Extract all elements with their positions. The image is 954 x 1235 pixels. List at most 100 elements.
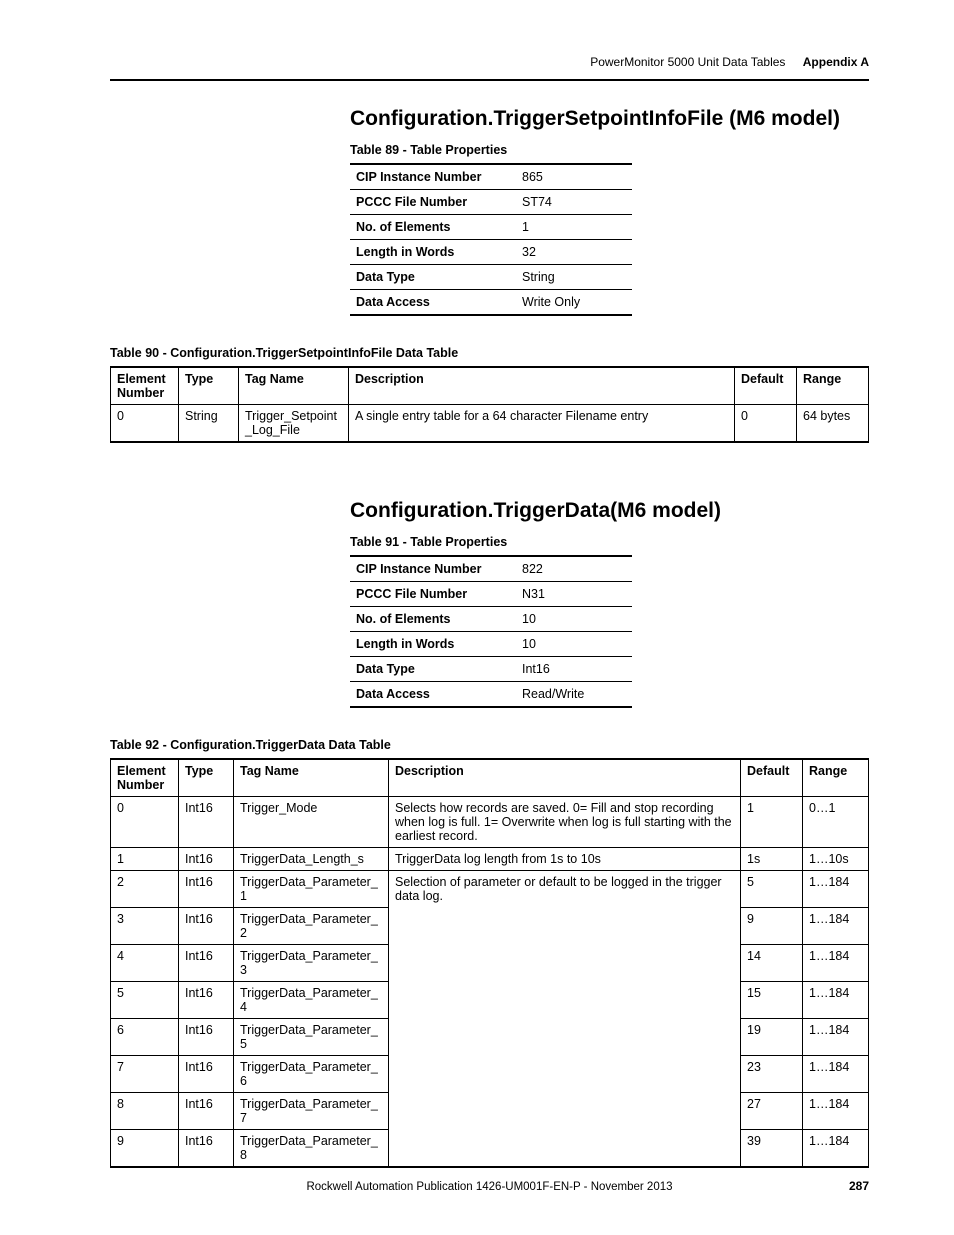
prop-key: Length in Words [350, 632, 516, 657]
cell: TriggerData log length from 1s to 10s [389, 848, 741, 871]
cell: 8 [111, 1093, 179, 1130]
cell: Int16 [179, 848, 234, 871]
cell: TriggerData_Parameter_8 [234, 1130, 389, 1168]
cell: Int16 [179, 797, 234, 848]
col-default: Default [735, 367, 797, 405]
prop-val: 10 [516, 632, 632, 657]
cell: 1…184 [803, 945, 869, 982]
table-row: 7 Int16 TriggerData_Parameter_6 23 1…184 [111, 1056, 869, 1093]
cell: Int16 [179, 1019, 234, 1056]
col-element: Element Number [111, 367, 179, 405]
table-row: 6 Int16 TriggerData_Parameter_5 19 1…184 [111, 1019, 869, 1056]
section1-title: Configuration.TriggerSetpointInfoFile (M… [350, 107, 869, 131]
prop-key: Data Type [350, 657, 516, 682]
section2-title: Configuration.TriggerData(M6 model) [350, 499, 869, 523]
cell: 0 [111, 405, 179, 443]
page-container: PowerMonitor 5000 Unit Data Tables Appen… [0, 0, 954, 1235]
prop-val: Write Only [516, 290, 632, 316]
cell [389, 1019, 741, 1056]
table92-data: Element Number Type Tag Name Description… [110, 758, 869, 1168]
cell: Int16 [179, 1130, 234, 1168]
cell: 64 bytes [797, 405, 869, 443]
table91-props: CIP Instance Number822 PCCC File NumberN… [350, 555, 632, 708]
cell [389, 1130, 741, 1168]
cell: 19 [741, 1019, 803, 1056]
prop-key: CIP Instance Number [350, 556, 516, 582]
col-default: Default [741, 759, 803, 797]
col-tagname: Tag Name [239, 367, 349, 405]
cell: TriggerData_Parameter_7 [234, 1093, 389, 1130]
cell: 0 [111, 797, 179, 848]
prop-key: Data Access [350, 290, 516, 316]
table-row: 8 Int16 TriggerData_Parameter_7 27 1…184 [111, 1093, 869, 1130]
cell [389, 945, 741, 982]
prop-key: Length in Words [350, 240, 516, 265]
cell: A single entry table for a 64 character … [349, 405, 735, 443]
running-header: PowerMonitor 5000 Unit Data Tables Appen… [110, 55, 869, 69]
cell: Int16 [179, 1056, 234, 1093]
prop-val: 865 [516, 164, 632, 190]
table-row: PCCC File NumberN31 [350, 582, 632, 607]
cell: 1…10s [803, 848, 869, 871]
cell: 1…184 [803, 1056, 869, 1093]
cell: TriggerData_Length_s [234, 848, 389, 871]
prop-key: Data Access [350, 682, 516, 708]
table-row: 5 Int16 TriggerData_Parameter_4 15 1…184 [111, 982, 869, 1019]
col-element: Element Number [111, 759, 179, 797]
cell: String [179, 405, 239, 443]
prop-val: 32 [516, 240, 632, 265]
table90-caption: Table 90 - Configuration.TriggerSetpoint… [110, 346, 869, 360]
cell: 1…184 [803, 982, 869, 1019]
cell: 1…184 [803, 908, 869, 945]
col-range: Range [803, 759, 869, 797]
col-range: Range [797, 367, 869, 405]
cell [389, 908, 741, 945]
cell: Int16 [179, 871, 234, 908]
cell: Int16 [179, 908, 234, 945]
cell: Selects how records are saved. 0= Fill a… [389, 797, 741, 848]
cell: TriggerData_Parameter_5 [234, 1019, 389, 1056]
prop-key: No. of Elements [350, 607, 516, 632]
prop-val: 1 [516, 215, 632, 240]
prop-val: String [516, 265, 632, 290]
cell: Int16 [179, 982, 234, 1019]
table-row: Data AccessWrite Only [350, 290, 632, 316]
table-row: Length in Words32 [350, 240, 632, 265]
cell: Trigger_Mode [234, 797, 389, 848]
prop-key: PCCC File Number [350, 582, 516, 607]
table-row: 4 Int16 TriggerData_Parameter_3 14 1…184 [111, 945, 869, 982]
prop-val: 10 [516, 607, 632, 632]
page-number: 287 [849, 1179, 869, 1193]
section2-block: Configuration.TriggerData(M6 model) Tabl… [350, 499, 869, 708]
cell: TriggerData_Parameter_3 [234, 945, 389, 982]
table-row: CIP Instance Number822 [350, 556, 632, 582]
table-header-row: Element Number Type Tag Name Description… [111, 367, 869, 405]
col-type: Type [179, 367, 239, 405]
cell: 5 [111, 982, 179, 1019]
table-row: Data TypeString [350, 265, 632, 290]
prop-key: No. of Elements [350, 215, 516, 240]
cell: 3 [111, 908, 179, 945]
prop-val: Int16 [516, 657, 632, 682]
cell: 23 [741, 1056, 803, 1093]
cell: 6 [111, 1019, 179, 1056]
cell: 7 [111, 1056, 179, 1093]
table-row: 0 String Trigger_Setpoint_Log_File A sin… [111, 405, 869, 443]
prop-val: 822 [516, 556, 632, 582]
table-row: 1 Int16 TriggerData_Length_s TriggerData… [111, 848, 869, 871]
table-row: Data AccessRead/Write [350, 682, 632, 708]
table-row: No. of Elements10 [350, 607, 632, 632]
footer-publication: Rockwell Automation Publication 1426-UM0… [110, 1181, 869, 1193]
cell: Trigger_Setpoint_Log_File [239, 405, 349, 443]
col-description: Description [389, 759, 741, 797]
cell: 1 [111, 848, 179, 871]
prop-val: Read/Write [516, 682, 632, 708]
cell: 0…1 [803, 797, 869, 848]
cell: 1s [741, 848, 803, 871]
cell [389, 1056, 741, 1093]
cell: Int16 [179, 945, 234, 982]
table89-caption: Table 89 - Table Properties [350, 143, 869, 157]
prop-key: Data Type [350, 265, 516, 290]
table89-props: CIP Instance Number865 PCCC File NumberS… [350, 163, 632, 316]
prop-val: N31 [516, 582, 632, 607]
